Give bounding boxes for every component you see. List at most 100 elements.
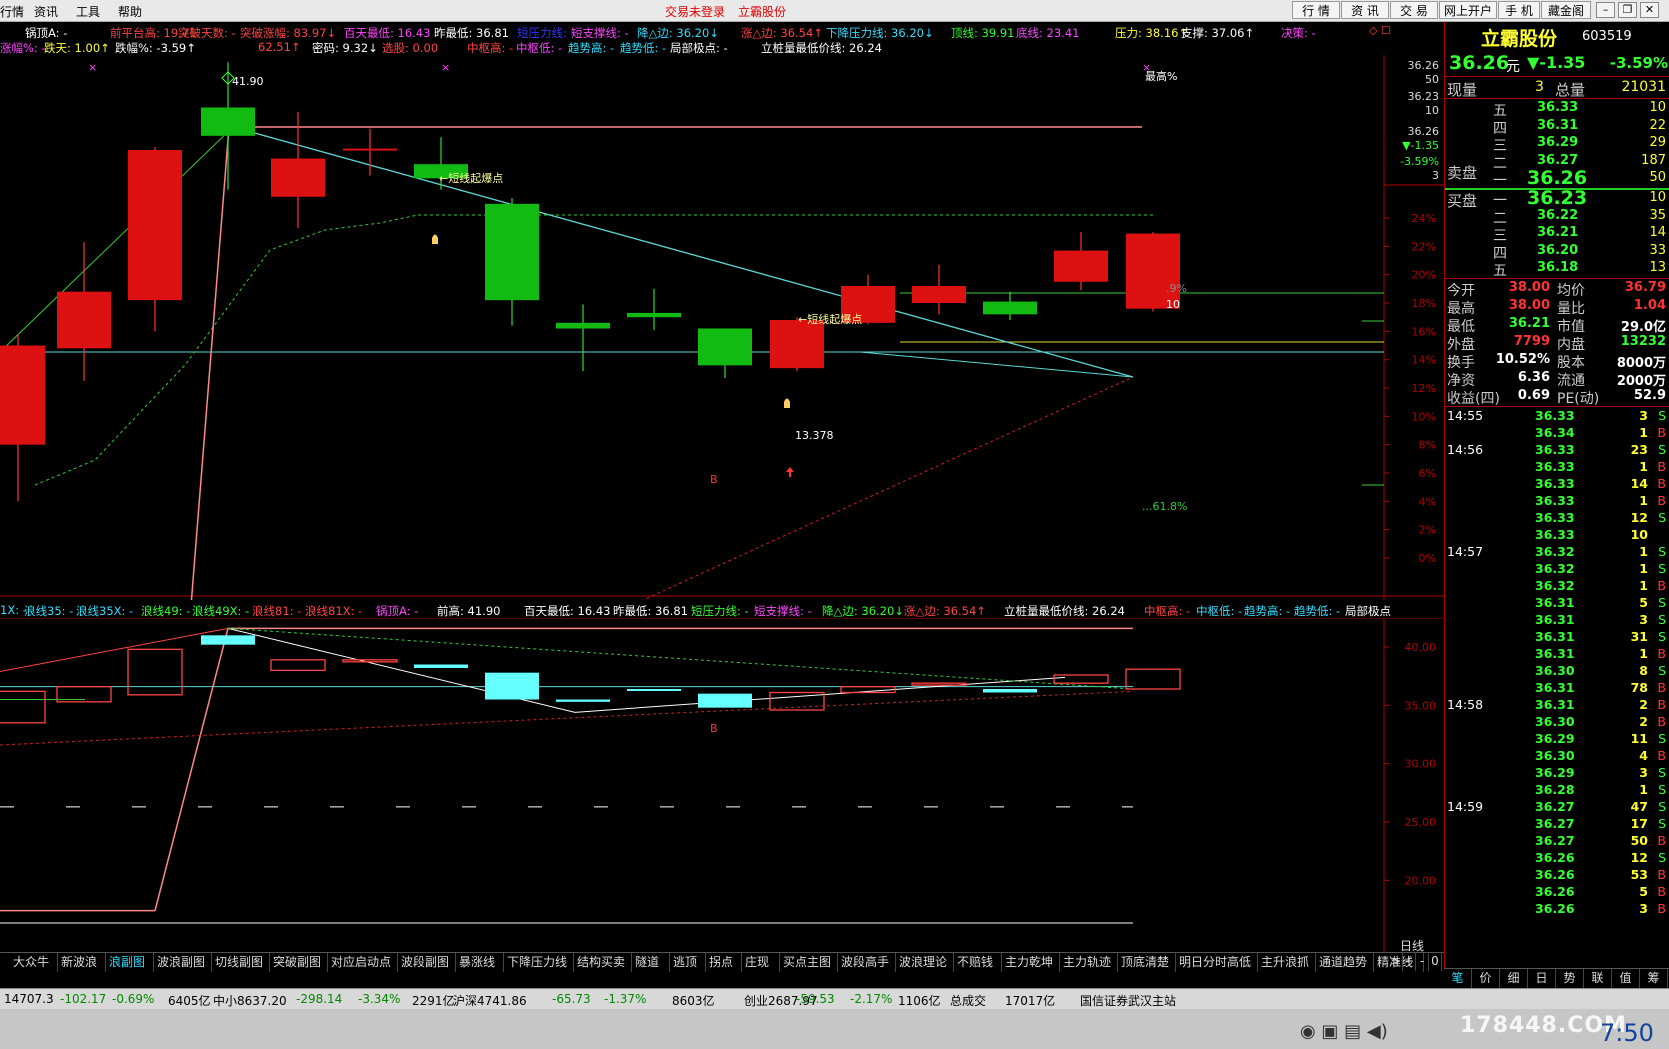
tab-12[interactable]: 逃顶 <box>670 953 706 972</box>
tab-10[interactable]: 结构买卖 <box>574 953 632 972</box>
menu-item-tools[interactable]: 工具 <box>76 3 100 20</box>
tab-6[interactable]: 对应启动点 <box>328 953 398 972</box>
tab-0[interactable]: 大众牛 <box>10 953 58 972</box>
ask-row[interactable]: 一 36.26 50 <box>1445 167 1669 189</box>
tick-row[interactable]: 36.30 2 B <box>1445 714 1669 731</box>
tick-list[interactable]: 14:55 36.33 3 S 36.34 1 B 14:56 36.33 23… <box>1445 408 1669 988</box>
right-tab-1[interactable]: 价 <box>1472 969 1500 988</box>
tick-row[interactable]: 36.26 12 S <box>1445 850 1669 867</box>
tab-13[interactable]: 拐点 <box>706 953 742 972</box>
tick-row[interactable]: 14:56 36.33 23 S <box>1445 442 1669 459</box>
tick-row[interactable]: 36.31 31 S <box>1445 629 1669 646</box>
tick-volume: 14 <box>1630 476 1648 491</box>
tab-24[interactable]: 通道趋势 <box>1316 953 1374 972</box>
tab-5[interactable]: 突破副图 <box>270 953 328 972</box>
right-tab-3[interactable]: 日 <box>1528 969 1556 988</box>
tab-nav-button[interactable]: 0 <box>1429 952 1442 971</box>
tab-3[interactable]: 波浪副图 <box>154 953 212 972</box>
tab-9[interactable]: 下降压力线 <box>504 953 574 972</box>
tab-20[interactable]: 主力轨迹 <box>1060 953 1118 972</box>
tab-23[interactable]: 主升浪抓 <box>1258 953 1316 972</box>
tick-row[interactable]: 36.32 1 S <box>1445 561 1669 578</box>
tab-18[interactable]: 不赔钱 <box>954 953 1002 972</box>
bid-row[interactable]: 二 36.22 35 <box>1445 208 1669 227</box>
trade-button[interactable]: 交 易 <box>1390 1 1438 19</box>
tab-19[interactable]: 主力乾坤 <box>1002 953 1060 972</box>
tick-row[interactable]: 36.27 50 B <box>1445 833 1669 850</box>
tick-row[interactable]: 36.31 1 B <box>1445 646 1669 663</box>
tab-17[interactable]: 波浪理论 <box>896 953 954 972</box>
tick-row[interactable]: 36.28 1 S <box>1445 782 1669 799</box>
indicator-value: 局部极点: - <box>670 41 728 55</box>
main-candlestick-chart[interactable]: 36.265036.231036.26▼-1.35-3.59%324%22%20… <box>0 55 1444 600</box>
tick-row[interactable]: 36.30 8 S <box>1445 663 1669 680</box>
chart-settings-icon[interactable]: ◇ ☐ <box>1369 24 1391 37</box>
tick-row[interactable]: 36.31 78 B <box>1445 680 1669 697</box>
tick-row[interactable]: 36.34 1 B <box>1445 425 1669 442</box>
bid-row[interactable]: 三 36.21 14 <box>1445 225 1669 244</box>
tab-8[interactable]: 暴涨线 <box>456 953 504 972</box>
ask-row[interactable]: 三 36.29 29 <box>1445 135 1669 154</box>
market-button[interactable]: 行 情 <box>1292 1 1340 19</box>
trade-login-status[interactable]: 交易未登录 <box>665 3 725 20</box>
tick-row[interactable]: 36.31 5 S <box>1445 595 1669 612</box>
stat-label: PE(动) <box>1557 391 1600 407</box>
bid-row[interactable]: 一 36.23 10 <box>1445 187 1669 209</box>
ask-row[interactable]: 四 36.31 22 <box>1445 118 1669 137</box>
mobile-button[interactable]: 手 机 <box>1498 1 1540 19</box>
cangjinge-button[interactable]: 藏金阁 <box>1541 1 1591 19</box>
tab-1[interactable]: 新波浪 <box>58 953 106 972</box>
news-button[interactable]: 资 讯 <box>1341 1 1389 19</box>
tick-row[interactable]: 14:55 36.33 3 S <box>1445 408 1669 425</box>
tick-row[interactable]: 36.33 10 <box>1445 527 1669 544</box>
tick-row[interactable]: 36.33 1 B <box>1445 493 1669 510</box>
menu-item-news[interactable]: 资讯 <box>34 3 58 20</box>
period-label[interactable]: 日线 <box>1400 937 1424 954</box>
right-tab-6[interactable]: 值 <box>1612 969 1640 988</box>
right-tab-0[interactable]: 笔 <box>1444 969 1472 988</box>
tick-row[interactable]: 36.33 1 B <box>1445 459 1669 476</box>
minimize-icon[interactable]: – <box>1596 2 1615 18</box>
tab-14[interactable]: 庄现 <box>742 953 780 972</box>
menu-item-market[interactable]: 行情 <box>0 3 24 20</box>
right-tab-4[interactable]: 势 <box>1556 969 1584 988</box>
tick-row[interactable]: 36.29 3 S <box>1445 765 1669 782</box>
candle-body <box>271 158 325 197</box>
tick-row[interactable]: 36.26 53 B <box>1445 867 1669 884</box>
tab-nav-button[interactable]: > <box>1390 952 1403 971</box>
tab-4[interactable]: 切线副图 <box>212 953 270 972</box>
tick-row[interactable]: 36.33 12 S <box>1445 510 1669 527</box>
right-tab-5[interactable]: 联 <box>1584 969 1612 988</box>
tab-22[interactable]: 明日分时高低 <box>1176 953 1258 972</box>
tick-row[interactable]: 36.29 11 S <box>1445 731 1669 748</box>
bid-row[interactable]: 四 36.20 33 <box>1445 243 1669 262</box>
right-tab-2[interactable]: 细 <box>1500 969 1528 988</box>
tick-row[interactable]: 14:59 36.27 47 S <box>1445 799 1669 816</box>
tick-row[interactable]: 36.32 1 B <box>1445 578 1669 595</box>
tick-row[interactable]: 14:58 36.31 2 B <box>1445 697 1669 714</box>
tab-nav-button[interactable]: - <box>1416 952 1429 971</box>
tab-15[interactable]: 买点主图 <box>780 953 838 972</box>
tab-21[interactable]: 顶底清楚 <box>1118 953 1176 972</box>
tick-row[interactable]: 36.26 5 B <box>1445 884 1669 901</box>
right-tab-7[interactable]: 筹 <box>1640 969 1668 988</box>
tick-row[interactable]: 36.30 4 B <box>1445 748 1669 765</box>
tick-row[interactable]: 36.26 3 B <box>1445 901 1669 918</box>
tick-row[interactable]: 14:57 36.32 1 S <box>1445 544 1669 561</box>
tray-icons[interactable]: ◉ ▣ ▤ ◀) <box>1300 1021 1388 1042</box>
tick-row[interactable]: 36.33 14 B <box>1445 476 1669 493</box>
tab-2[interactable]: 浪副图 <box>106 953 154 972</box>
sub-wave-chart[interactable]: 40.00 35.00 30.00 25.00 20.00 B <box>0 618 1444 952</box>
ask-row[interactable]: 五 36.33 10 <box>1445 100 1669 119</box>
tab-16[interactable]: 波段高手 <box>838 953 896 972</box>
tab-nav-button[interactable]: + <box>1403 952 1416 971</box>
restore-icon[interactable]: ❐ <box>1618 2 1637 18</box>
menu-item-help[interactable]: 帮助 <box>118 3 142 20</box>
open-account-button[interactable]: 网上开户 <box>1439 1 1497 19</box>
tick-row[interactable]: 36.31 3 S <box>1445 612 1669 629</box>
bid-row[interactable]: 五 36.18 13 <box>1445 260 1669 279</box>
tab-7[interactable]: 波段副图 <box>398 953 456 972</box>
tab-11[interactable]: 隧道 <box>632 953 670 972</box>
tick-row[interactable]: 36.27 17 S <box>1445 816 1669 833</box>
close-icon[interactable]: ✕ <box>1640 2 1659 18</box>
